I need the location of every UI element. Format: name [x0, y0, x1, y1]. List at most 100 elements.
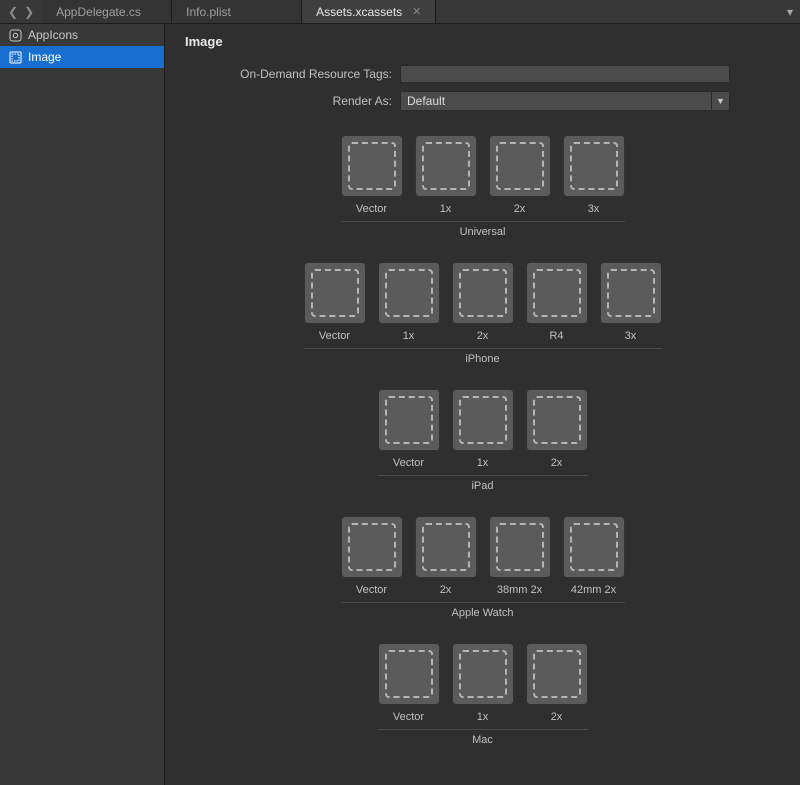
slot-label: 2x	[440, 584, 452, 596]
image-slot[interactable]: 2x	[489, 135, 551, 215]
image-slot[interactable]: R4	[526, 262, 588, 342]
imageset-icon	[8, 50, 22, 64]
slot-label: Vector	[356, 584, 387, 596]
render-as-select[interactable]: Default ▼	[400, 91, 730, 111]
slot-label: 1x	[403, 330, 415, 342]
slot-row: Vector 1x 2x R4 3x	[185, 262, 780, 342]
slot-row: Vector 1x2x3x	[185, 135, 780, 215]
page-title: Image	[185, 34, 780, 49]
asset-list-sidebar: AppIcons Image	[0, 24, 165, 785]
image-well[interactable]	[600, 262, 662, 324]
image-slot[interactable]: 1x	[452, 643, 514, 723]
tags-label: On-Demand Resource Tags:	[185, 67, 400, 81]
image-slot[interactable]: 42mm 2x	[563, 516, 625, 596]
slot-label: 2x	[551, 711, 563, 723]
slot-label: Vector	[393, 711, 424, 723]
image-well[interactable]	[526, 389, 588, 451]
group-separator	[304, 348, 662, 349]
image-well[interactable]	[341, 135, 403, 197]
dashed-placeholder-icon	[385, 269, 433, 317]
image-well[interactable]	[526, 262, 588, 324]
image-well[interactable]	[563, 135, 625, 197]
asset-editor: Image On-Demand Resource Tags: Render As…	[165, 24, 800, 785]
group-title: Universal	[185, 226, 780, 238]
sidebar-item-appicons[interactable]: AppIcons	[0, 24, 164, 46]
image-well[interactable]	[452, 643, 514, 705]
group-title: iPad	[185, 480, 780, 492]
image-well[interactable]	[378, 262, 440, 324]
image-slot[interactable]: 1x	[378, 262, 440, 342]
image-slot[interactable]: 2x	[452, 262, 514, 342]
image-slot[interactable]: 1x	[415, 135, 477, 215]
appicons-icon	[8, 28, 22, 42]
image-slot[interactable]: 1x	[452, 389, 514, 469]
slot-group: Vector2x38mm 2x42mm 2xApple Watch	[185, 516, 780, 619]
slot-label: R4	[549, 330, 563, 342]
image-well[interactable]	[304, 262, 366, 324]
image-well[interactable]	[563, 516, 625, 578]
image-slot[interactable]: 2x	[526, 389, 588, 469]
image-slot[interactable]: Vector	[304, 262, 366, 342]
slot-label: 38mm 2x	[497, 584, 542, 596]
image-well[interactable]	[415, 135, 477, 197]
dashed-placeholder-icon	[607, 269, 655, 317]
form-row-render: Render As: Default ▼	[185, 91, 780, 111]
image-well[interactable]	[452, 389, 514, 451]
dashed-placeholder-icon	[385, 396, 433, 444]
form-row-tags: On-Demand Resource Tags:	[185, 65, 780, 83]
dashed-placeholder-icon	[533, 650, 581, 698]
slot-label: Vector	[356, 203, 387, 215]
sidebar-item-label: Image	[28, 50, 61, 64]
slot-label: Vector	[393, 457, 424, 469]
tab-overflow-chevron-icon[interactable]: ▾	[780, 0, 800, 23]
image-well[interactable]	[341, 516, 403, 578]
image-slot[interactable]: 3x	[563, 135, 625, 215]
dashed-placeholder-icon	[533, 269, 581, 317]
image-slot[interactable]: Vector	[341, 516, 403, 596]
nav-back-icon[interactable]: ❮	[8, 5, 18, 19]
dashed-placeholder-icon	[348, 142, 396, 190]
image-slot[interactable]: 2x	[415, 516, 477, 596]
tab-appdelegate[interactable]: AppDelegate.cs	[42, 0, 172, 23]
slot-row: Vector 1x 2x	[185, 389, 780, 469]
image-slot[interactable]: Vector	[341, 135, 403, 215]
image-well[interactable]	[489, 135, 551, 197]
group-separator	[341, 602, 625, 603]
group-separator	[341, 221, 625, 222]
chevron-down-icon: ▼	[711, 92, 729, 110]
image-well[interactable]	[378, 643, 440, 705]
tab-assets[interactable]: Assets.xcassets ✕	[302, 0, 436, 23]
close-icon[interactable]: ✕	[402, 5, 421, 18]
tags-input[interactable]	[400, 65, 730, 83]
slot-label: 42mm 2x	[571, 584, 616, 596]
image-slot[interactable]: 3x	[600, 262, 662, 342]
image-slot[interactable]: Vector	[378, 389, 440, 469]
slot-label: Vector	[319, 330, 350, 342]
group-title: iPhone	[185, 353, 780, 365]
tab-label: Info.plist	[186, 5, 231, 19]
sidebar-item-image[interactable]: Image	[0, 46, 164, 68]
slot-label: 2x	[551, 457, 563, 469]
group-separator	[378, 475, 588, 476]
slot-row: Vector 1x 2x	[185, 643, 780, 723]
tab-infoplist[interactable]: Info.plist	[172, 0, 302, 23]
image-well[interactable]	[526, 643, 588, 705]
dashed-placeholder-icon	[422, 523, 470, 571]
image-well[interactable]	[415, 516, 477, 578]
group-separator	[378, 729, 588, 730]
nav-forward-icon[interactable]: ❯	[24, 5, 34, 19]
image-well[interactable]	[452, 262, 514, 324]
dashed-placeholder-icon	[496, 142, 544, 190]
slot-label: 1x	[477, 711, 489, 723]
render-as-value: Default	[401, 92, 711, 110]
slot-group: Vector1x2xMac	[185, 643, 780, 746]
dashed-placeholder-icon	[459, 650, 507, 698]
dashed-placeholder-icon	[570, 523, 618, 571]
image-slot[interactable]: Vector	[378, 643, 440, 723]
slot-label: 1x	[477, 457, 489, 469]
tab-label: Assets.xcassets	[316, 5, 402, 19]
image-well[interactable]	[378, 389, 440, 451]
image-well[interactable]	[489, 516, 551, 578]
image-slot[interactable]: 38mm 2x	[489, 516, 551, 596]
image-slot[interactable]: 2x	[526, 643, 588, 723]
